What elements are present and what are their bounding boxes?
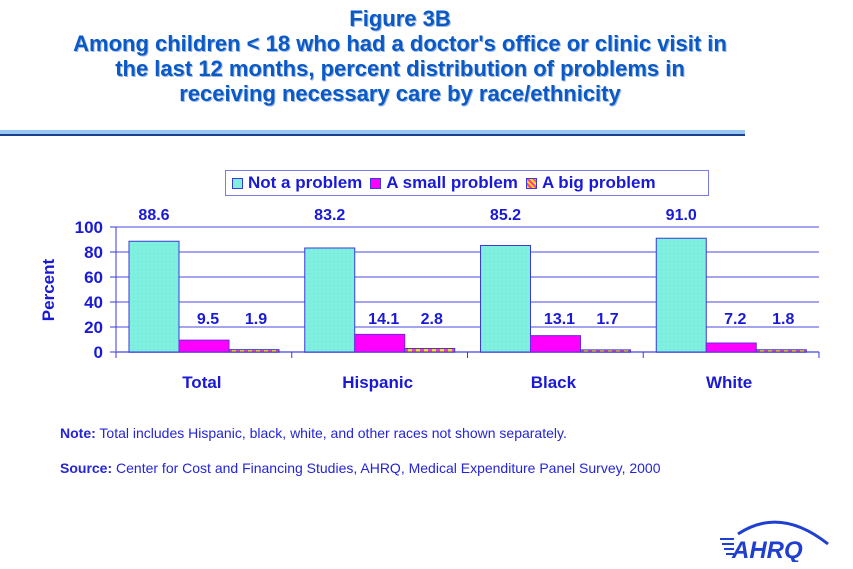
x-category-label: Total <box>182 373 221 392</box>
y-axis-label: Percent <box>39 258 58 321</box>
y-tick-label: 60 <box>84 268 103 287</box>
note-text: Total includes Hispanic, black, white, a… <box>95 425 567 441</box>
data-label: 88.6 <box>138 207 169 224</box>
bar-a-small-problem-white <box>705 342 757 353</box>
bar-a-big-problem-hispanic <box>404 348 456 353</box>
bar-a-big-problem-total <box>228 349 280 353</box>
bar-not-a-problem-total <box>128 240 180 353</box>
y-tick-label: 80 <box>84 243 103 262</box>
bar-a-small-problem-hispanic <box>354 333 406 353</box>
data-label: 13.1 <box>544 311 575 328</box>
data-label: 1.9 <box>245 311 267 328</box>
y-tick-label: 0 <box>94 343 103 362</box>
y-tick-label: 20 <box>84 318 103 337</box>
data-label: 85.2 <box>490 207 521 224</box>
data-label: 14.1 <box>368 311 399 328</box>
x-category-label: Hispanic <box>342 373 413 392</box>
bar-not-a-problem-black <box>480 245 531 353</box>
bar-a-small-problem-black <box>530 335 581 353</box>
data-label: 7.2 <box>724 311 746 328</box>
data-label: 9.5 <box>197 311 219 328</box>
x-category-label: White <box>706 373 752 392</box>
bar-chart: 88.6 9.5 1.9 83.2 14.1 2.8 85.2 13.1 1.7 91.0 7.2 1… <box>39 207 820 392</box>
note: Note: Total includes Hispanic, black, wh… <box>60 425 567 441</box>
data-label: 1.8 <box>772 311 794 328</box>
note-label: Note: <box>60 425 96 441</box>
axes <box>110 226 820 358</box>
bar-a-big-problem-black <box>580 349 631 353</box>
data-label: 1.7 <box>596 311 618 328</box>
data-label: 2.8 <box>421 311 443 328</box>
bar-not-a-problem-hispanic <box>304 247 356 353</box>
y-tick-label: 100 <box>75 218 103 237</box>
y-tick-label: 40 <box>84 293 103 312</box>
gridlines <box>116 226 819 328</box>
logo-text: AHRQ <box>731 537 803 562</box>
source-label: Source: <box>60 460 113 476</box>
source-text: Center for Cost and Financing Studies, A… <box>112 460 661 476</box>
bar-a-big-problem-white <box>755 349 807 353</box>
source: Source: Center for Cost and Financing St… <box>60 460 661 476</box>
bar-a-small-problem-total <box>178 339 230 353</box>
ahrq-logo: AHRQ <box>720 520 829 562</box>
data-label: 91.0 <box>666 207 697 224</box>
bars <box>128 237 807 353</box>
data-label: 83.2 <box>314 207 345 224</box>
x-category-label: Black <box>531 373 577 392</box>
bar-not-a-problem-white <box>655 237 707 353</box>
